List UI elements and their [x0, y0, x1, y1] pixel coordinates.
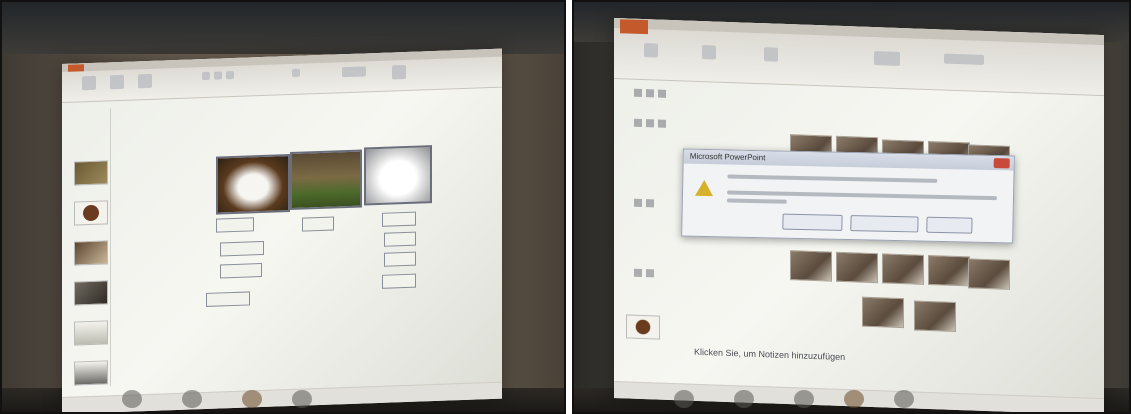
taskbar-icon [122, 390, 142, 408]
grid-icon [634, 198, 642, 207]
slide-thumbnail [74, 200, 108, 226]
slide-thumbnail [74, 360, 108, 386]
projection-screen [62, 48, 502, 412]
grid-icon [646, 89, 654, 98]
close-icon[interactable] [993, 158, 1010, 169]
slide-image-cat [364, 145, 432, 206]
text-box [220, 263, 262, 279]
photo-right: Klicken Sie, um Notizen hinzuzufügen Mic… [572, 0, 1131, 414]
slide-thumbnail [74, 280, 108, 306]
grid-icon [658, 119, 666, 128]
text-box [382, 273, 416, 289]
taskbar-icon [674, 390, 694, 408]
slide-thumbnail-panel [68, 108, 111, 388]
paste-icon [644, 43, 658, 58]
paste-icon [82, 75, 96, 91]
text-box [382, 211, 416, 227]
grid-icon [646, 119, 654, 128]
taskbar-icon [734, 390, 754, 408]
grid-icon [634, 118, 642, 127]
arrange-icon [392, 64, 406, 80]
italic-icon [214, 71, 222, 80]
grid-icon [658, 89, 666, 98]
dialog-button-enable[interactable] [782, 213, 843, 231]
dialog-message-line [726, 198, 787, 204]
slide-thumbnail [626, 314, 660, 340]
layout-icon [764, 47, 778, 62]
ceiling [2, 2, 564, 54]
text-box [384, 231, 416, 247]
gallery-photo [928, 254, 970, 287]
gallery-photo [836, 251, 878, 284]
new-slide-icon [110, 74, 124, 90]
text-box [220, 240, 264, 257]
gallery-photo [882, 253, 924, 285]
warning-icon [694, 179, 714, 197]
taskbar-icon [894, 390, 914, 408]
office-button-icon [620, 19, 648, 35]
photo-left [0, 0, 566, 414]
text-box [384, 251, 416, 267]
security-warning-dialog: Microsoft PowerPoint [681, 148, 1015, 244]
slide-image-horse [290, 149, 362, 211]
gallery-photo [914, 300, 956, 332]
text-box [206, 291, 250, 307]
layout-icon [138, 73, 152, 89]
notes-caption: Klicken Sie, um Notizen hinzuzufügen [694, 346, 846, 363]
grid-icon [634, 268, 642, 277]
text-box [302, 216, 334, 232]
underline-icon [226, 70, 234, 80]
taskbar-icon [844, 390, 864, 408]
slide-thumbnail [74, 320, 108, 346]
taskbar-icon [292, 390, 312, 408]
slide-thumbnail [74, 160, 108, 186]
taskbar-icon [794, 390, 814, 408]
slide-thumbnail [74, 240, 108, 266]
dialog-button-help[interactable] [926, 216, 973, 234]
bold-icon [202, 71, 210, 81]
align-icon [292, 68, 300, 77]
text-box [216, 217, 254, 233]
grid-icon [646, 199, 654, 208]
office-button-icon [68, 64, 84, 72]
grid-icon [646, 269, 654, 278]
grid-icon [634, 88, 642, 97]
gallery-photo [862, 296, 904, 329]
dialog-button-disable-macros[interactable] [850, 215, 919, 233]
taskbar-icon [242, 390, 262, 408]
shapes-icon [874, 51, 900, 66]
gallery-photo [790, 250, 832, 282]
taskbar-icon [182, 390, 202, 408]
slide-image-dog [216, 154, 290, 215]
gallery-photo [968, 258, 1010, 290]
new-slide-icon [702, 45, 716, 60]
dialog-message-line [727, 174, 938, 183]
arrange-icon [944, 53, 984, 65]
shapes-icon [342, 66, 366, 78]
